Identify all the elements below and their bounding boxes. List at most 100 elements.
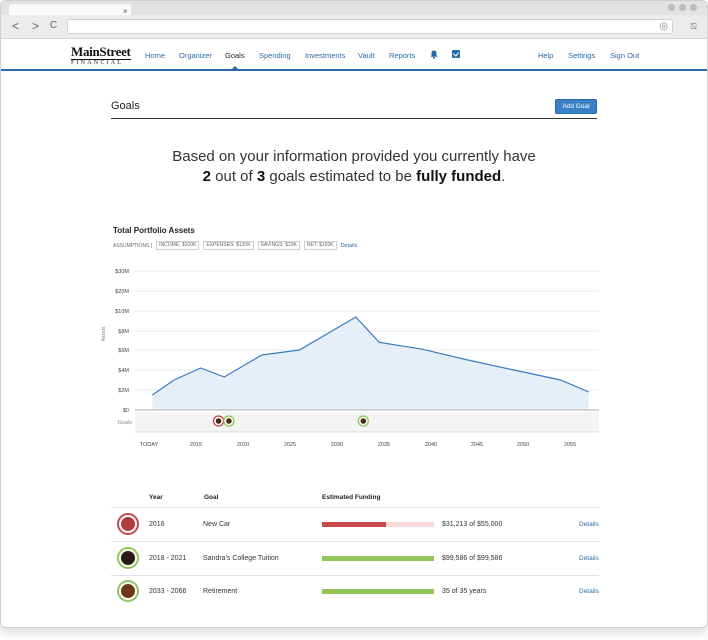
nav-spending[interactable]: Spending — [259, 51, 291, 60]
fully-funded-text: fully funded — [416, 168, 502, 185]
goal-marker-icon — [215, 418, 222, 424]
goal-year: 2033 - 2066 — [149, 588, 187, 595]
assumption-income[interactable]: INCOME: $100K — [156, 241, 200, 250]
summary-line-1: Based on your information provided you c… — [172, 148, 536, 165]
page-title: Goals — [111, 100, 140, 112]
assumptions-bar: ASSUMPTIONS | INCOME: $100K EXPENSES: $1… — [113, 241, 357, 250]
y-tick-label: $2M — [118, 388, 129, 394]
funding-progress-bar — [322, 522, 434, 527]
goal-marker-icon — [226, 418, 232, 424]
portfolio-chart: $0 $2M $4M $6M $8M $10M $20M $30M Assets Goals TOD… — [101, 269, 599, 448]
summary-text: out of — [211, 168, 257, 185]
goal-image — [121, 584, 135, 598]
forward-icon[interactable]: > — [32, 20, 39, 32]
y-tick-label: $6M — [118, 348, 129, 354]
goal-image — [121, 517, 135, 531]
col-header-funding: Estimated Funding — [322, 494, 381, 501]
assumptions-details-link[interactable]: Details — [341, 242, 358, 250]
goal-image — [121, 551, 135, 565]
x-tick-label: 2035 — [378, 442, 390, 448]
goal-details-link[interactable]: Details — [579, 521, 599, 529]
close-icon[interactable]: × — [123, 8, 128, 16]
nav-reports[interactable]: Reports — [389, 51, 415, 60]
funding-progress-fill — [322, 522, 386, 527]
address-bar[interactable]: ◎ — [67, 19, 673, 34]
browser-window: × < > C ◎ ⧅ MainStreet FINANCIAL Home Or… — [0, 0, 708, 628]
checklist-icon[interactable] — [452, 50, 460, 58]
active-nav-indicator — [231, 66, 239, 70]
browser-chrome: × < > C ◎ ⧅ — [1, 1, 707, 39]
goal-details-link[interactable]: Details — [579, 588, 599, 596]
car-icon — [117, 513, 139, 535]
x-tick-label: 2015 — [190, 442, 202, 448]
chart-title: Total Portfolio Assets — [113, 226, 195, 235]
back-icon[interactable]: < — [12, 20, 19, 32]
retirement-icon — [117, 580, 139, 602]
assumptions-label: ASSUMPTIONS | — [113, 242, 153, 249]
y-tick-label: $0 — [123, 408, 129, 414]
table-row[interactable]: 2016 New Car $31,213 of $55,000 Details — [111, 508, 599, 542]
add-goal-button[interactable]: Add Goal — [555, 99, 597, 114]
y-tick-label: $30M — [115, 269, 129, 275]
assumption-net[interactable]: NET: $100K — [303, 241, 337, 250]
goal-name: Retirement — [203, 588, 238, 595]
nav-goals[interactable]: Goals — [225, 51, 245, 60]
window-controls — [668, 4, 697, 11]
funding-amount: $99,586 of $99,586 — [442, 555, 503, 562]
browser-tab[interactable]: × — [9, 4, 131, 16]
bell-icon[interactable] — [430, 50, 438, 59]
funding-summary: Based on your information provided you c… — [111, 147, 597, 187]
nav-investments[interactable]: Investments — [305, 51, 345, 60]
nav-home[interactable]: Home — [145, 51, 165, 60]
funding-progress-fill — [322, 556, 434, 561]
assumption-expenses[interactable]: EXPENSES: $120K — [203, 241, 254, 250]
assumption-savings[interactable]: SAVINGS: $20K — [257, 241, 300, 250]
window-dot-icon[interactable] — [679, 4, 686, 11]
x-tick-label: 2050 — [517, 442, 529, 448]
nav-settings[interactable]: Settings — [568, 51, 595, 60]
total-goals: 3 — [256, 168, 266, 185]
nav-vault[interactable]: Vault — [358, 51, 375, 60]
funded-count: 2 — [202, 168, 211, 185]
x-tick-label: 2040 — [425, 442, 437, 448]
funding-progress-bar — [322, 589, 434, 594]
summary-text: goals estimated to be — [265, 168, 417, 185]
goal-year: 2018 - 2021 — [149, 555, 187, 562]
goals-row-label: Goals — [118, 420, 133, 426]
goal-marker-icon — [360, 418, 367, 424]
goal-year: 2016 — [149, 521, 165, 528]
nav-help[interactable]: Help — [538, 51, 553, 60]
summary-period: . — [501, 168, 506, 185]
table-row[interactable]: 2033 - 2066 Retirement 35 of 35 years Detai… — [111, 575, 599, 609]
y-tick-label: $10M — [115, 309, 129, 315]
table-row[interactable]: 2018 - 2021 Sandra's College Tuition $99,5… — [111, 542, 599, 576]
goal-details-link[interactable]: Details — [579, 555, 599, 563]
window-dot-icon[interactable] — [690, 4, 697, 11]
site-header: MainStreet FINANCIAL Home Organizer Goal… — [1, 39, 707, 71]
y-tick-label: $4M — [118, 368, 129, 374]
nav-sign-out[interactable]: Sign Out — [610, 51, 639, 60]
reload-icon[interactable]: C — [50, 20, 57, 32]
y-axis-label: Assets — [101, 326, 107, 342]
funding-progress-bar — [322, 556, 434, 561]
funding-progress-fill — [322, 589, 434, 594]
logo-sub-text: FINANCIAL — [71, 59, 131, 67]
x-tick-label: 2045 — [471, 442, 483, 448]
goal-name: New Car — [203, 521, 231, 528]
x-tick-label: 2020 — [237, 442, 249, 448]
y-tick-label: $8M — [118, 329, 129, 335]
window-dot-icon[interactable] — [668, 4, 675, 11]
extension-icon[interactable]: ⧅ — [690, 20, 697, 32]
col-header-goal: Goal — [204, 494, 219, 501]
title-divider — [111, 118, 597, 119]
goal-name: Sandra's College Tuition — [203, 555, 279, 562]
x-tick-label: 2030 — [331, 442, 343, 448]
nav-organizer[interactable]: Organizer — [179, 51, 212, 60]
logo-main-text: MainStreet — [71, 44, 131, 59]
tab-bar: × — [1, 1, 707, 16]
col-header-year: Year — [149, 494, 163, 501]
funding-amount: 35 of 35 years — [442, 588, 487, 595]
graduation-icon — [117, 547, 139, 569]
logo[interactable]: MainStreet FINANCIAL — [71, 45, 131, 67]
x-tick-label: TODAY — [140, 442, 159, 448]
